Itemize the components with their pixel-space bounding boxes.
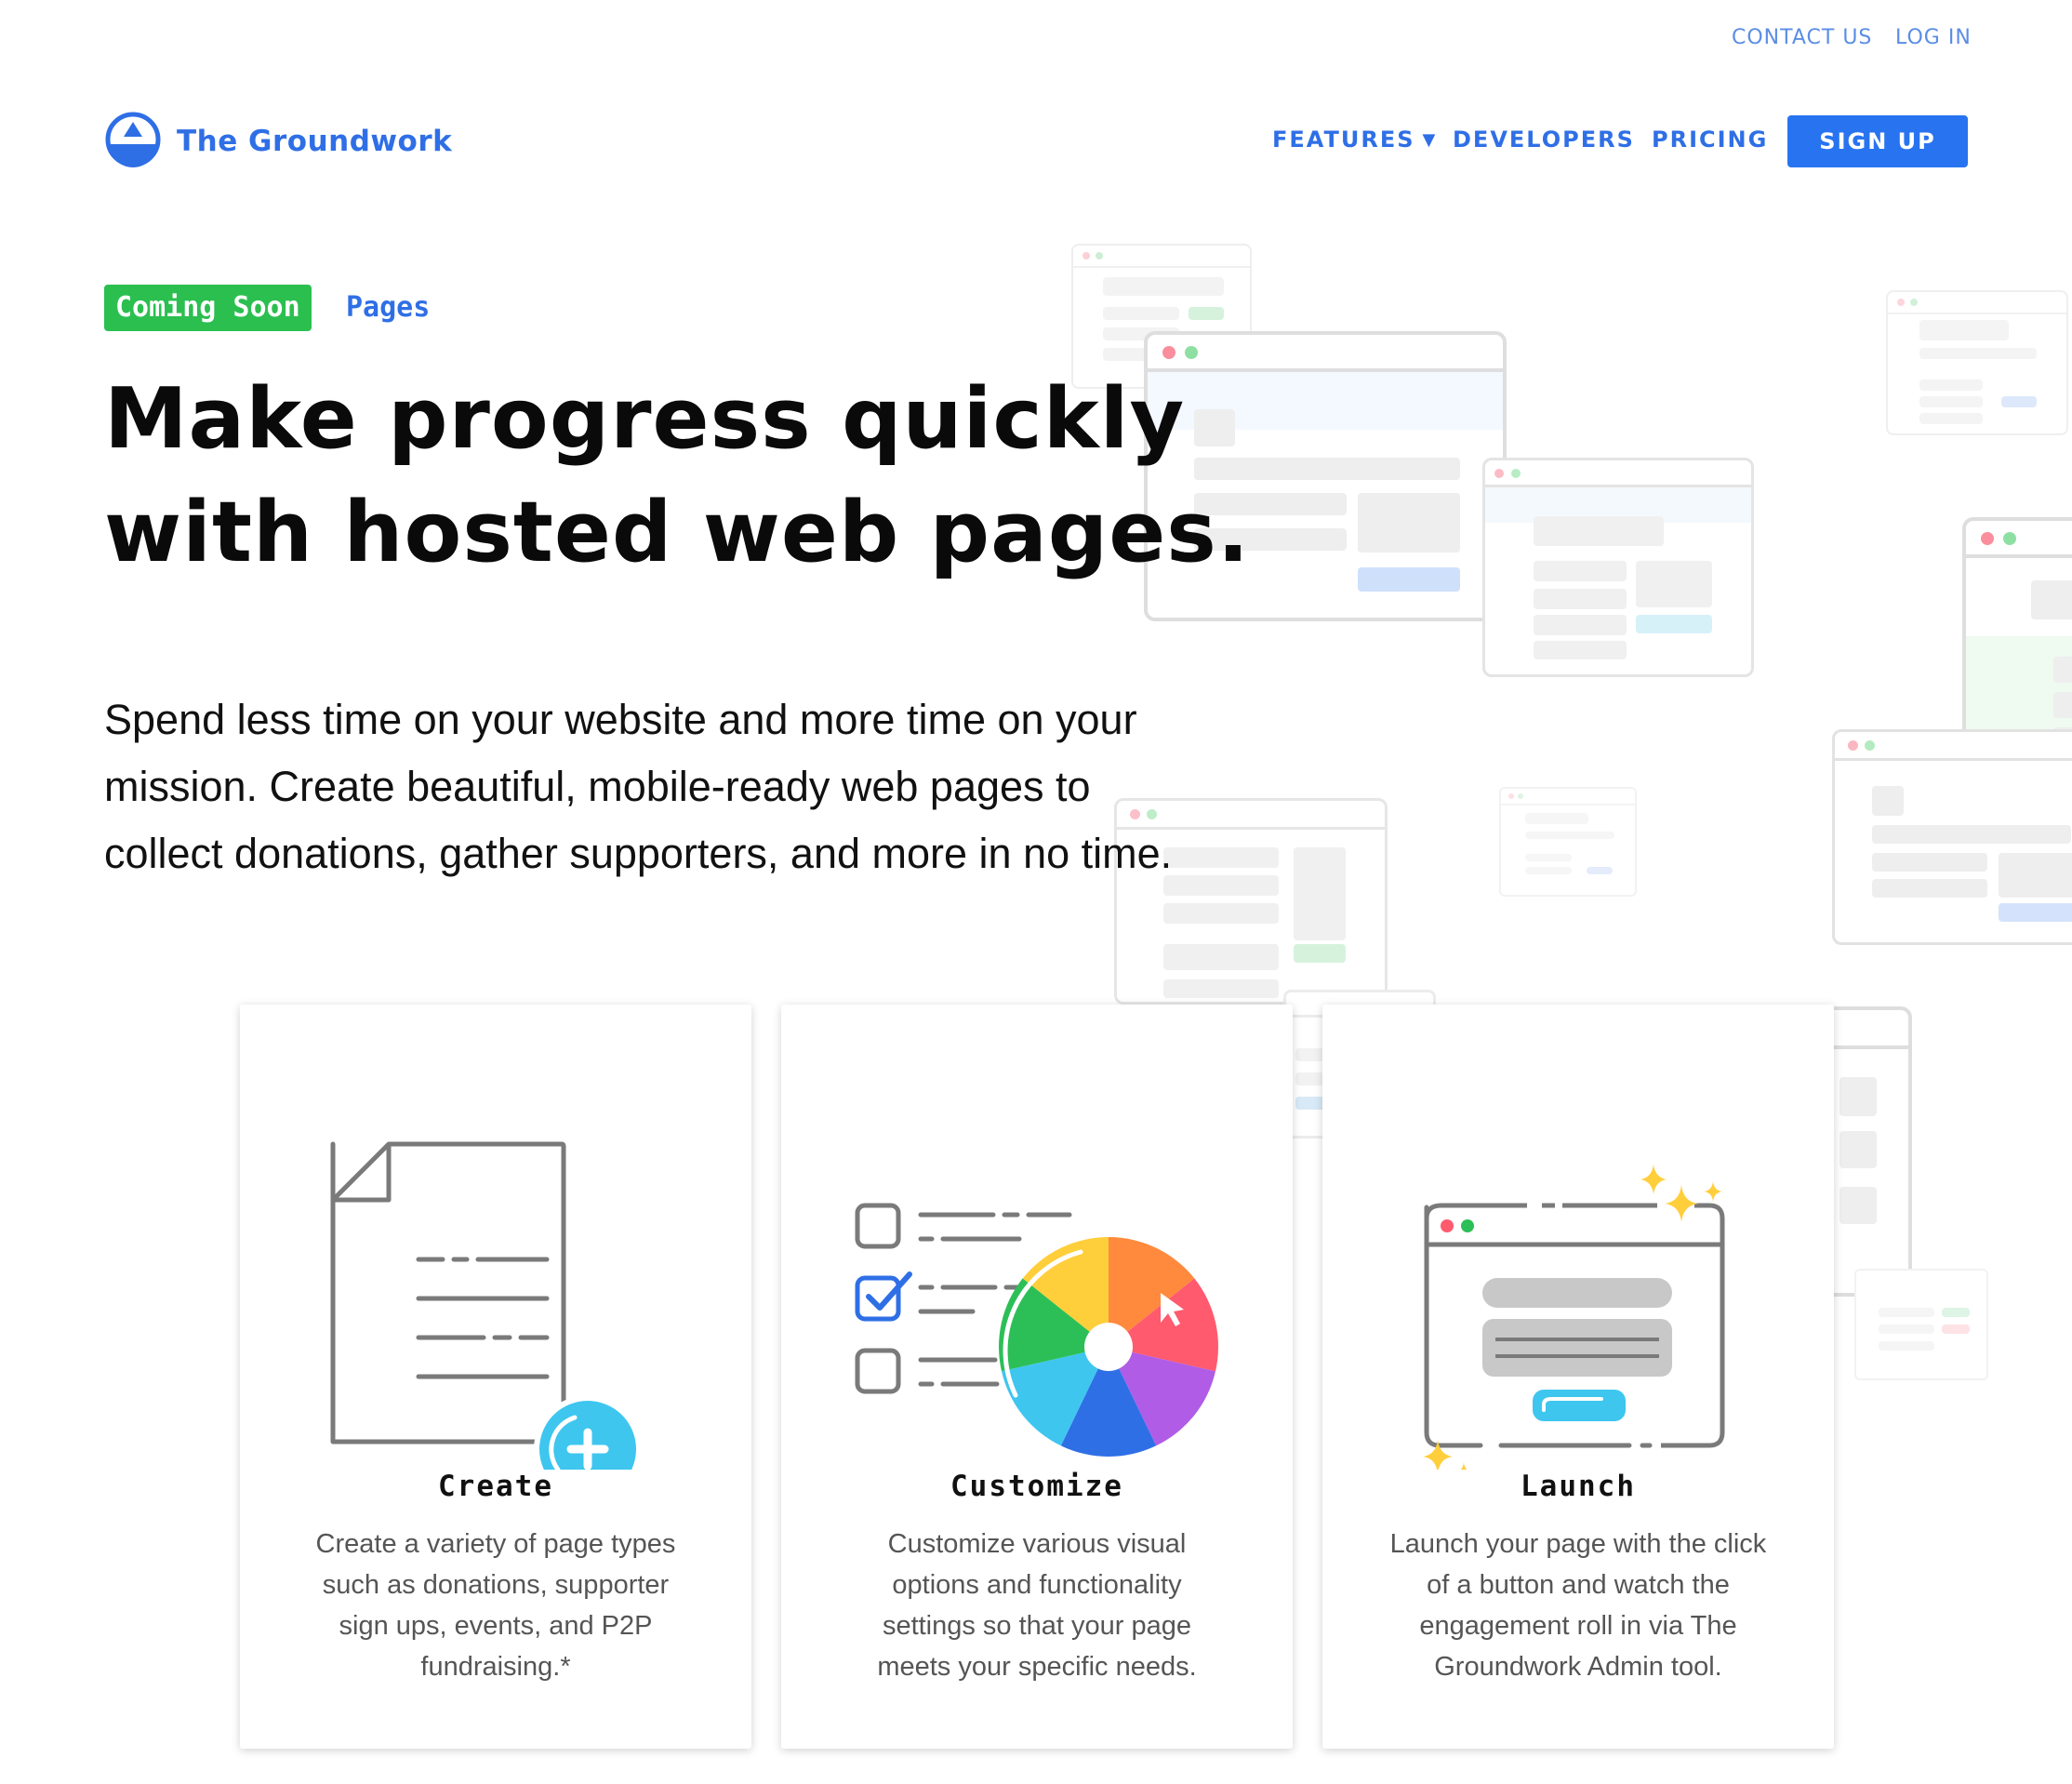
card-title: Launch bbox=[1521, 1470, 1636, 1503]
feature-card-launch: Launch Launch your page with the click o… bbox=[1322, 1005, 1834, 1749]
feature-card-customize: Customize Customize various visual optio… bbox=[781, 1005, 1293, 1749]
card-description-line: options and functionality bbox=[892, 1570, 1182, 1600]
browser-mockup bbox=[1482, 458, 1754, 677]
card-description-line: such as donations, supporter bbox=[322, 1570, 670, 1600]
nav-developers[interactable]: DEVELOPERS bbox=[1453, 126, 1635, 153]
card-description-line: Customize various visual bbox=[887, 1529, 1187, 1559]
card-description-line: meets your specific needs. bbox=[877, 1652, 1197, 1682]
card-description-line: Groundwork Admin tool. bbox=[1434, 1652, 1722, 1682]
brand-name: The Groundwork bbox=[177, 125, 453, 158]
card-description-line: settings so that your page bbox=[882, 1611, 1192, 1641]
browser-launch-sparkle-icon bbox=[1322, 1079, 1834, 1483]
browser-mockup bbox=[1886, 290, 2068, 435]
page-title-line: Make progress quickly bbox=[104, 370, 1186, 468]
nav-pricing[interactable]: PRICING bbox=[1652, 126, 1768, 153]
card-description: Launch your page with the click of a but… bbox=[1369, 1524, 1787, 1687]
page-title: Make progress quickly with hosted web pa… bbox=[104, 363, 1250, 590]
card-description-line: sign ups, events, and P2P bbox=[339, 1611, 653, 1641]
card-title: Create bbox=[438, 1470, 553, 1503]
contact-us-link[interactable]: CONTACT US bbox=[1732, 26, 1872, 49]
nav-features[interactable]: FEATURES ▼ bbox=[1272, 126, 1437, 153]
card-description-line: engagement roll in via The bbox=[1419, 1611, 1737, 1641]
card-description: Create a variety of page types such as d… bbox=[286, 1524, 705, 1687]
card-description-line: of a button and watch the bbox=[1427, 1570, 1730, 1600]
chevron-down-icon: ▼ bbox=[1422, 130, 1438, 150]
log-in-link[interactable]: LOG IN bbox=[1895, 26, 1972, 49]
badge-product-label: Pages bbox=[346, 291, 431, 324]
card-description-line: Launch your page with the click bbox=[1389, 1529, 1767, 1559]
brand-logo-link[interactable]: The Groundwork bbox=[104, 112, 452, 171]
hero-description-line: Spend less time on your website and more… bbox=[104, 696, 1137, 743]
nav-features-label: FEATURES bbox=[1272, 126, 1415, 153]
hero-description-line: mission. Create beautiful, mobile-ready … bbox=[104, 763, 1091, 810]
browser-mockup bbox=[1832, 729, 2072, 945]
card-description-line: Create a variety of page types bbox=[315, 1529, 676, 1559]
page-title-line: with hosted web pages. bbox=[104, 484, 1251, 581]
color-wheel-checklist-icon bbox=[781, 1079, 1293, 1470]
feature-card-create: Create Create a variety of page types su… bbox=[240, 1005, 751, 1749]
card-description-line: fundraising.* bbox=[420, 1652, 571, 1682]
browser-mockup bbox=[1499, 787, 1637, 897]
new-document-icon bbox=[240, 1079, 751, 1503]
sign-up-button[interactable]: SIGN UP bbox=[1787, 115, 1968, 167]
coming-soon-badge: Coming Soon bbox=[104, 285, 312, 331]
hero-description: Spend less time on your website and more… bbox=[104, 686, 1172, 887]
card-description: Customize various visual options and fun… bbox=[828, 1524, 1246, 1687]
hero-description-line: collect donations, gather supporters, an… bbox=[104, 830, 1173, 877]
browser-mockup bbox=[1854, 1269, 1988, 1380]
triangle-circle-logo-icon bbox=[104, 111, 162, 172]
card-title: Customize bbox=[950, 1470, 1123, 1503]
